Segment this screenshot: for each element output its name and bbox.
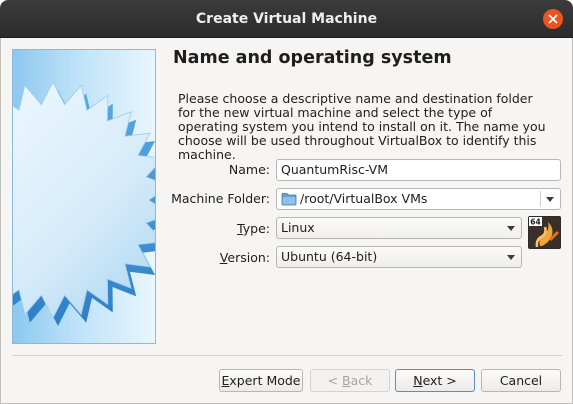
- back-button[interactable]: < Back: [310, 369, 390, 392]
- os-badge: 64: [530, 218, 540, 227]
- page-description: Please choose a descriptive name and des…: [178, 91, 546, 162]
- machine-folder-value: /root/VirtualBox VMs: [300, 191, 428, 206]
- chevron-down-icon: [507, 226, 515, 231]
- machine-folder-select[interactable]: /root/VirtualBox VMs: [276, 188, 561, 210]
- starburst-face: [13, 81, 155, 319]
- wizard-side-image: [12, 49, 156, 344]
- next-button[interactable]: Next >: [395, 369, 475, 392]
- version-value: Ubuntu (64-bit): [281, 249, 378, 264]
- page-heading: Name and operating system: [173, 48, 452, 68]
- ubuntu-64-os-icon: 64: [528, 216, 561, 249]
- expert-mode-button[interactable]: Expert Mode: [219, 369, 303, 392]
- machine-folder-label: Machine Folder:: [171, 191, 270, 206]
- create-vm-dialog: Create Virtual Machine Name and operatin…: [0, 0, 573, 404]
- button-separator: [12, 355, 562, 356]
- cancel-button[interactable]: Cancel: [481, 369, 561, 392]
- type-value: Linux: [281, 220, 315, 235]
- close-button[interactable]: [543, 9, 563, 29]
- close-icon: [548, 14, 558, 24]
- title-bar[interactable]: Create Virtual Machine: [0, 0, 573, 38]
- folder-icon: [281, 193, 297, 206]
- chevron-down-icon[interactable]: [546, 197, 554, 202]
- combo-separator: [540, 191, 541, 207]
- starburst-icon: [13, 81, 155, 326]
- type-select[interactable]: Linux: [276, 217, 522, 239]
- version-select[interactable]: Ubuntu (64-bit): [276, 246, 522, 268]
- name-input[interactable]: QuantumRisc-VM: [276, 159, 561, 181]
- name-label: Name:: [228, 162, 270, 177]
- version-label: Version:: [219, 250, 270, 265]
- chevron-down-icon: [507, 255, 515, 260]
- window-title: Create Virtual Machine: [195, 11, 378, 27]
- type-label: Type:: [237, 221, 270, 236]
